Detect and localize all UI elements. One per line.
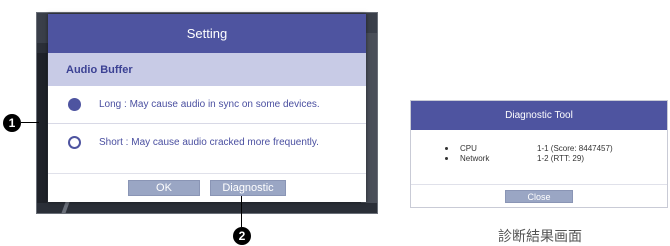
audio-buffer-option-long[interactable]: Long : May cause audio in sync on some d… xyxy=(48,86,366,123)
diagnostic-button[interactable]: Diagnostic xyxy=(210,180,286,196)
background-app-sidebar xyxy=(37,53,47,203)
diagnostic-tool-window: Diagnostic Tool CPU 1-1 (Score: 8447457)… xyxy=(410,100,668,208)
callout-1-badge: 1 xyxy=(3,114,21,132)
diagnostic-row-label: Network xyxy=(460,154,490,163)
bullet-icon xyxy=(445,157,448,160)
ok-button[interactable]: OK xyxy=(128,180,200,196)
diagnostic-row-value: 1-1 (Score: 8447457) xyxy=(537,144,613,153)
audio-buffer-section-title: Audio Buffer xyxy=(48,53,366,86)
option-long-label: Long : May cause audio in sync on some d… xyxy=(99,99,320,110)
bullet-icon xyxy=(445,147,448,150)
radio-unselected-icon[interactable] xyxy=(68,135,81,149)
close-button[interactable]: Close xyxy=(505,190,573,203)
callout-1-leader-line xyxy=(21,122,39,123)
dialog-title: Setting xyxy=(48,14,366,53)
setting-dialog: Setting Audio Buffer Long : May cause au… xyxy=(48,14,366,202)
diagnostic-result-caption: 診断結果画面 xyxy=(498,229,582,245)
dialog-footer: OK Diagnostic xyxy=(48,173,366,202)
diagnostic-tool-footer: Close xyxy=(411,184,667,208)
diagnostic-row-label: CPU xyxy=(460,144,477,153)
option-short-label: Short : May cause audio cracked more fre… xyxy=(99,136,319,148)
callout-2-badge: 2 xyxy=(233,227,251,245)
radio-selected-icon[interactable] xyxy=(68,98,81,111)
diagnostic-row-cpu: CPU 1-1 (Score: 8447457) xyxy=(411,144,667,154)
audio-buffer-option-short[interactable]: Short : May cause audio cracked more fre… xyxy=(48,123,366,160)
diagnostic-row-value: 1-2 (RTT: 29) xyxy=(537,154,584,163)
callout-2-leader-line xyxy=(241,196,242,227)
diagnostic-tool-title: Diagnostic Tool xyxy=(411,101,667,130)
diagnostic-row-network: Network 1-2 (RTT: 29) xyxy=(411,154,667,164)
